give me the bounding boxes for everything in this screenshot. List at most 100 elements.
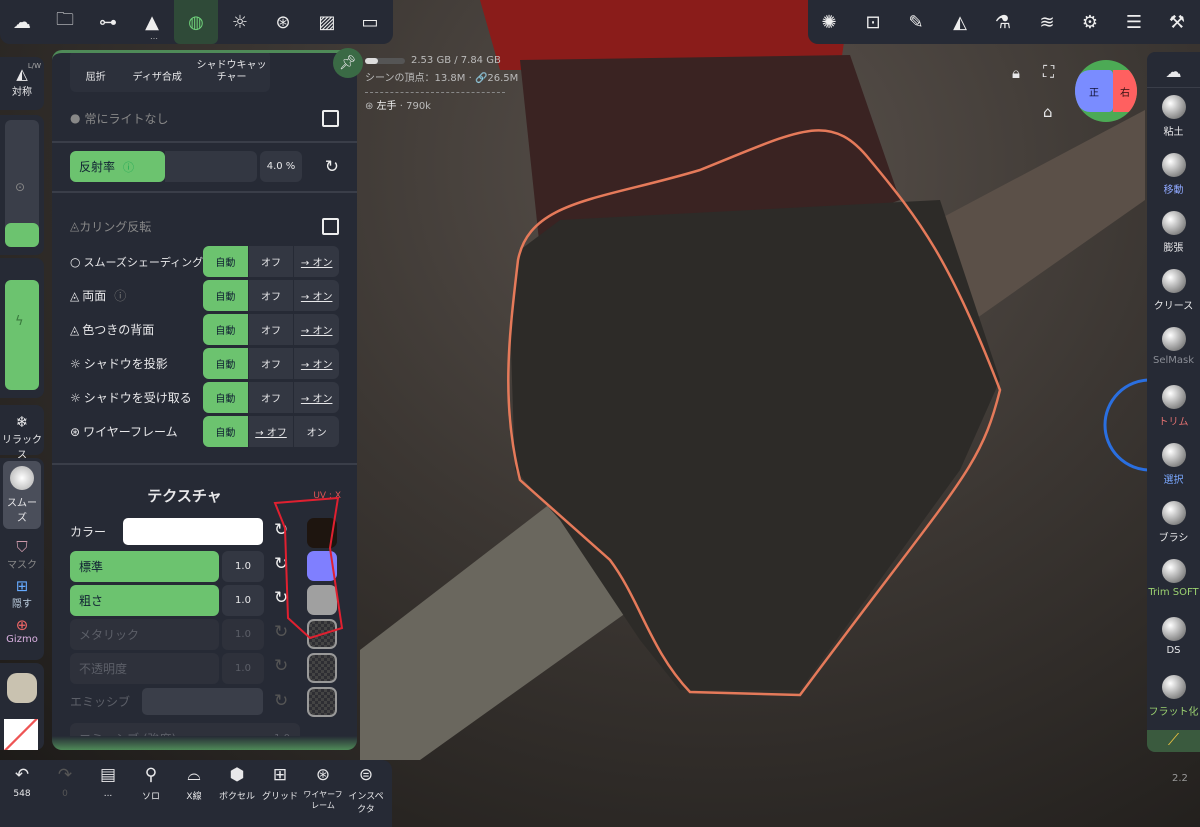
option-on[interactable]: → オン <box>293 314 339 345</box>
option-on[interactable]: → オン <box>293 348 339 379</box>
no-light-checkbox[interactable] <box>322 109 339 127</box>
tool-6[interactable]: 選択 <box>1147 443 1200 486</box>
bottom-notebook-button[interactable]: ▤... <box>86 765 130 799</box>
hide-tool[interactable]: ⊞ 隠す <box>0 571 44 610</box>
tool-3[interactable]: クリース <box>1147 269 1200 312</box>
view-front[interactable]: 正 <box>1075 70 1113 112</box>
share-icon[interactable]: ⊶ <box>95 10 121 34</box>
bottom-search-button[interactable]: ⚲ ソロ <box>129 765 173 802</box>
tab-dither[interactable]: ディザ合成 <box>121 53 193 92</box>
channel-slider[interactable]: メタリック <box>70 619 219 650</box>
object-row[interactable]: ⊛ 左手 · 790k <box>365 97 505 112</box>
channel-value[interactable]: 1.0 <box>222 585 264 616</box>
option-off[interactable]: → オフ <box>247 416 294 447</box>
tool-2[interactable]: 膨張 <box>1147 211 1200 254</box>
option-off[interactable]: オフ <box>247 246 294 277</box>
bottom-glasses-button[interactable]: ⌓ X線 <box>172 765 216 802</box>
reflectance-slider[interactable]: 反射率 ⓘ <box>70 151 165 182</box>
option-off[interactable]: オフ <box>247 382 294 413</box>
option-auto[interactable]: 自動 <box>203 416 248 447</box>
option-off[interactable]: オフ <box>247 348 294 379</box>
emissive-color[interactable] <box>142 688 263 715</box>
symmetry-button[interactable]: ◭ L/W 対称 <box>0 57 44 110</box>
option-off[interactable]: オフ <box>247 314 294 345</box>
material-preview[interactable] <box>0 663 44 750</box>
bottom-grid-button[interactable]: ⊞ グリッド <box>258 765 302 802</box>
channel-value[interactable]: 1.0 <box>222 551 264 582</box>
view-cube[interactable]: 正 右 <box>1075 60 1137 122</box>
layers-icon[interactable]: ≋ <box>1034 10 1060 34</box>
view-right[interactable]: 右 <box>1113 70 1137 112</box>
reset-icon[interactable]: ↻ <box>274 656 288 676</box>
color-none-swatch[interactable] <box>4 719 38 750</box>
sculpt-menu-icon[interactable]: ☁ <box>1147 52 1200 88</box>
folder-icon[interactable]: 🗀 <box>52 9 78 34</box>
tool-8[interactable]: Trim SOFT <box>1147 559 1200 598</box>
option-auto[interactable]: 自動 <box>203 280 248 311</box>
culling-checkbox[interactable] <box>322 217 339 235</box>
toolbox-icon[interactable]: ⚒ <box>1164 10 1190 34</box>
pin-button[interactable]: 📌︎ <box>333 48 363 78</box>
material-sphere-icon[interactable]: ◍ <box>174 0 218 44</box>
channel-value[interactable]: 1.0 <box>222 653 264 684</box>
tool-9[interactable]: DS <box>1147 617 1200 656</box>
tool-10[interactable]: フラット化 <box>1147 675 1200 718</box>
color-swatch[interactable] <box>123 518 263 545</box>
bottom-inspector-button[interactable]: ⊜ インスペクタ <box>344 765 388 815</box>
symmetry-icon[interactable]: ◭ <box>947 10 973 34</box>
option-auto[interactable]: 自動 <box>203 246 248 277</box>
gizmo-tool[interactable]: ⊕ Gizmo <box>0 610 44 645</box>
intensity-slider[interactable]: ϟ <box>5 280 39 390</box>
tab-refraction[interactable]: 屈折 <box>70 53 121 92</box>
option-on[interactable]: → オン <box>293 246 339 277</box>
bottom-voxel-button[interactable]: ⬢ ボクセル <box>215 765 259 802</box>
help-icon[interactable]: ⓘ <box>114 287 126 304</box>
option-off[interactable]: オフ <box>247 280 294 311</box>
tab-shadow-catcher[interactable]: シャドウキャッチャー <box>193 53 270 92</box>
lock-icon[interactable]: 🔒︎ <box>1012 64 1020 82</box>
option-auto[interactable]: 自動 <box>203 348 248 379</box>
help-icon[interactable]: ⓘ <box>123 159 134 175</box>
reset-icon[interactable]: ↻ <box>274 691 288 711</box>
emissive-texture-slot[interactable] <box>307 687 337 717</box>
option-on[interactable]: → オン <box>293 280 339 311</box>
channel-slider[interactable]: 粗さ <box>70 585 219 616</box>
channel-slider[interactable]: 不透明度 <box>70 653 219 684</box>
channel-texture-slot[interactable] <box>307 653 337 683</box>
sparkle-frame-icon[interactable]: ⊡ <box>860 10 886 34</box>
stroke-icon[interactable]: ⟋ <box>1147 730 1200 752</box>
sun-icon[interactable]: ☼ <box>227 10 253 34</box>
mask-tool[interactable]: ⛉ マスク <box>0 532 44 571</box>
camera-icon[interactable]: ▭ <box>357 10 383 34</box>
aperture-icon[interactable]: ⊛ <box>270 10 296 34</box>
tool-7[interactable]: ブラシ <box>1147 501 1200 544</box>
paint-brush-icon[interactable]: ✎ <box>903 10 929 34</box>
tool-0[interactable]: 粘土 <box>1147 95 1200 138</box>
channel-value[interactable]: 1.0 <box>222 619 264 650</box>
gear-icon[interactable]: ⚙ <box>1077 10 1103 34</box>
brush-settings-icon[interactable]: ✺ <box>816 10 842 34</box>
bottom-undo-button[interactable]: ↶ 548 <box>0 765 44 799</box>
tool-5[interactable]: トリム <box>1147 385 1200 428</box>
bottom-redo-button[interactable]: ↷ 0 <box>43 765 87 799</box>
radius-slider[interactable]: ⊙ <box>5 120 39 247</box>
option-auto[interactable]: 自動 <box>203 382 248 413</box>
sliders-icon[interactable]: ☰ <box>1121 10 1147 34</box>
flask-icon[interactable]: ⚗ <box>990 10 1016 34</box>
option-on[interactable]: オン <box>293 416 339 447</box>
sculpt-icon[interactable]: ☁ <box>9 10 35 34</box>
channel-slider[interactable]: 標準 <box>70 551 219 582</box>
layers-bricks-icon[interactable]: ▲ <box>139 10 165 34</box>
image-icon[interactable]: ▨ <box>314 10 340 34</box>
home-icon[interactable]: ⌂ <box>1043 103 1053 121</box>
reset-icon[interactable]: ↻ <box>325 157 339 177</box>
tool-1[interactable]: 移動 <box>1147 153 1200 196</box>
relax-tool[interactable]: ❄ リラックス <box>0 405 44 461</box>
option-auto[interactable]: 自動 <box>203 314 248 345</box>
fullscreen-icon[interactable]: ⛶ <box>1043 62 1054 82</box>
bottom-wireframe-button[interactable]: ⊛ ワイヤーフレーム <box>301 765 345 811</box>
tool-4[interactable]: SelMask <box>1147 327 1200 366</box>
smooth-tool[interactable]: スムーズ <box>3 461 41 529</box>
option-on[interactable]: → オン <box>293 382 339 413</box>
reflectance-value[interactable]: 4.0 % <box>260 151 302 182</box>
